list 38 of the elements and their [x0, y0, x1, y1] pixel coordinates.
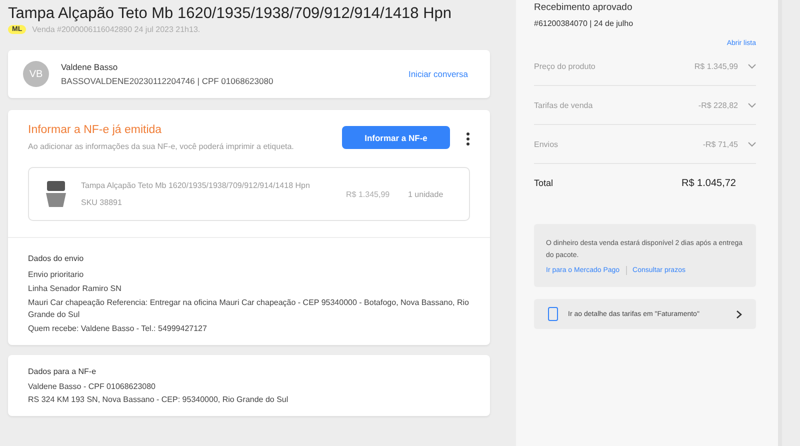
shipping-line: Envio prioritario [28, 269, 85, 281]
product-sku: SKU 38891 [81, 198, 123, 207]
total-value: R$ 1.045,72 [682, 178, 736, 188]
product-price: R$ 1.345,99 [346, 190, 391, 198]
shipping-line: Linha Senador Ramiro SN [28, 283, 122, 295]
payment-value: -R$ 228,82 [698, 100, 738, 110]
payment-label: Envios [534, 140, 560, 148]
payment-status: Recebimento aprovado [534, 2, 634, 13]
payment-label: Tarifas de venda [534, 100, 594, 110]
nfe-title: Informar a NF-e já emitida [28, 124, 163, 136]
inform-nfe-button[interactable]: Informar a NF-e [342, 126, 450, 149]
start-chat-link[interactable]: Iniciar conversa [408, 69, 468, 79]
invoice-data-line: Valdene Basso - CPF 01068623080 [28, 381, 156, 393]
payment-id: #61200384070 | 24 de julho [534, 19, 634, 28]
shipping-title: Dados do envio [28, 254, 85, 263]
sale-info: Venda #2000006116042890 24 jul 2023 21h13. [32, 25, 200, 34]
total-label: Total [534, 178, 554, 188]
phone-icon [548, 307, 558, 321]
product-photo-drawing [43, 179, 69, 209]
payment-value: -R$ 71,45 [702, 140, 738, 148]
payment-value: R$ 1.345,99 [694, 62, 738, 70]
chevron-right-icon [736, 310, 742, 318]
chevron-down-icon[interactable] [748, 102, 756, 108]
buyer-name: Valdene Basso [61, 62, 119, 72]
buyer-details: BASSOVALDENE20230112204746 | CPF 01068623080 [61, 76, 274, 86]
product-name: Tampa Alçapão Teto Mb 1620/1935/1938/709/912/914/1418 Hpn [81, 181, 311, 190]
shipping-line: Mauri Car chapeação Referencia: Entregar na oficina Mauri Car chapeação - CEP 95340000 - Botafogo, Nova Bassano, Rio Grande do Sul [28, 297, 470, 321]
avatar-circle: VB [23, 61, 49, 87]
invoice-data-line: RS 324 KM 193 SN, Nova Bassano - CEP: 95340000, Rio Grande do Sul [28, 394, 290, 406]
invoice-data-title: Dados para a NF-e [28, 367, 98, 376]
page-title: Tampa Alçapão Teto Mb 1620/1935/1938/709/912/914/1418 Hpn [8, 5, 453, 23]
chevron-down-icon[interactable] [748, 64, 756, 68]
payment-label: Preço do produto [534, 62, 596, 70]
nfe-description: Ao adicionar as informações da sua NF-e, você poderá imprimir a etiqueta. [28, 142, 295, 151]
product-quantity: 1 unidade [408, 190, 444, 198]
chevron-down-icon[interactable] [748, 142, 756, 146]
more-options-icon[interactable] [466, 132, 470, 146]
shipping-line: Quem recebe: Valdene Basso - Tel.: 54999427127 [28, 323, 208, 335]
